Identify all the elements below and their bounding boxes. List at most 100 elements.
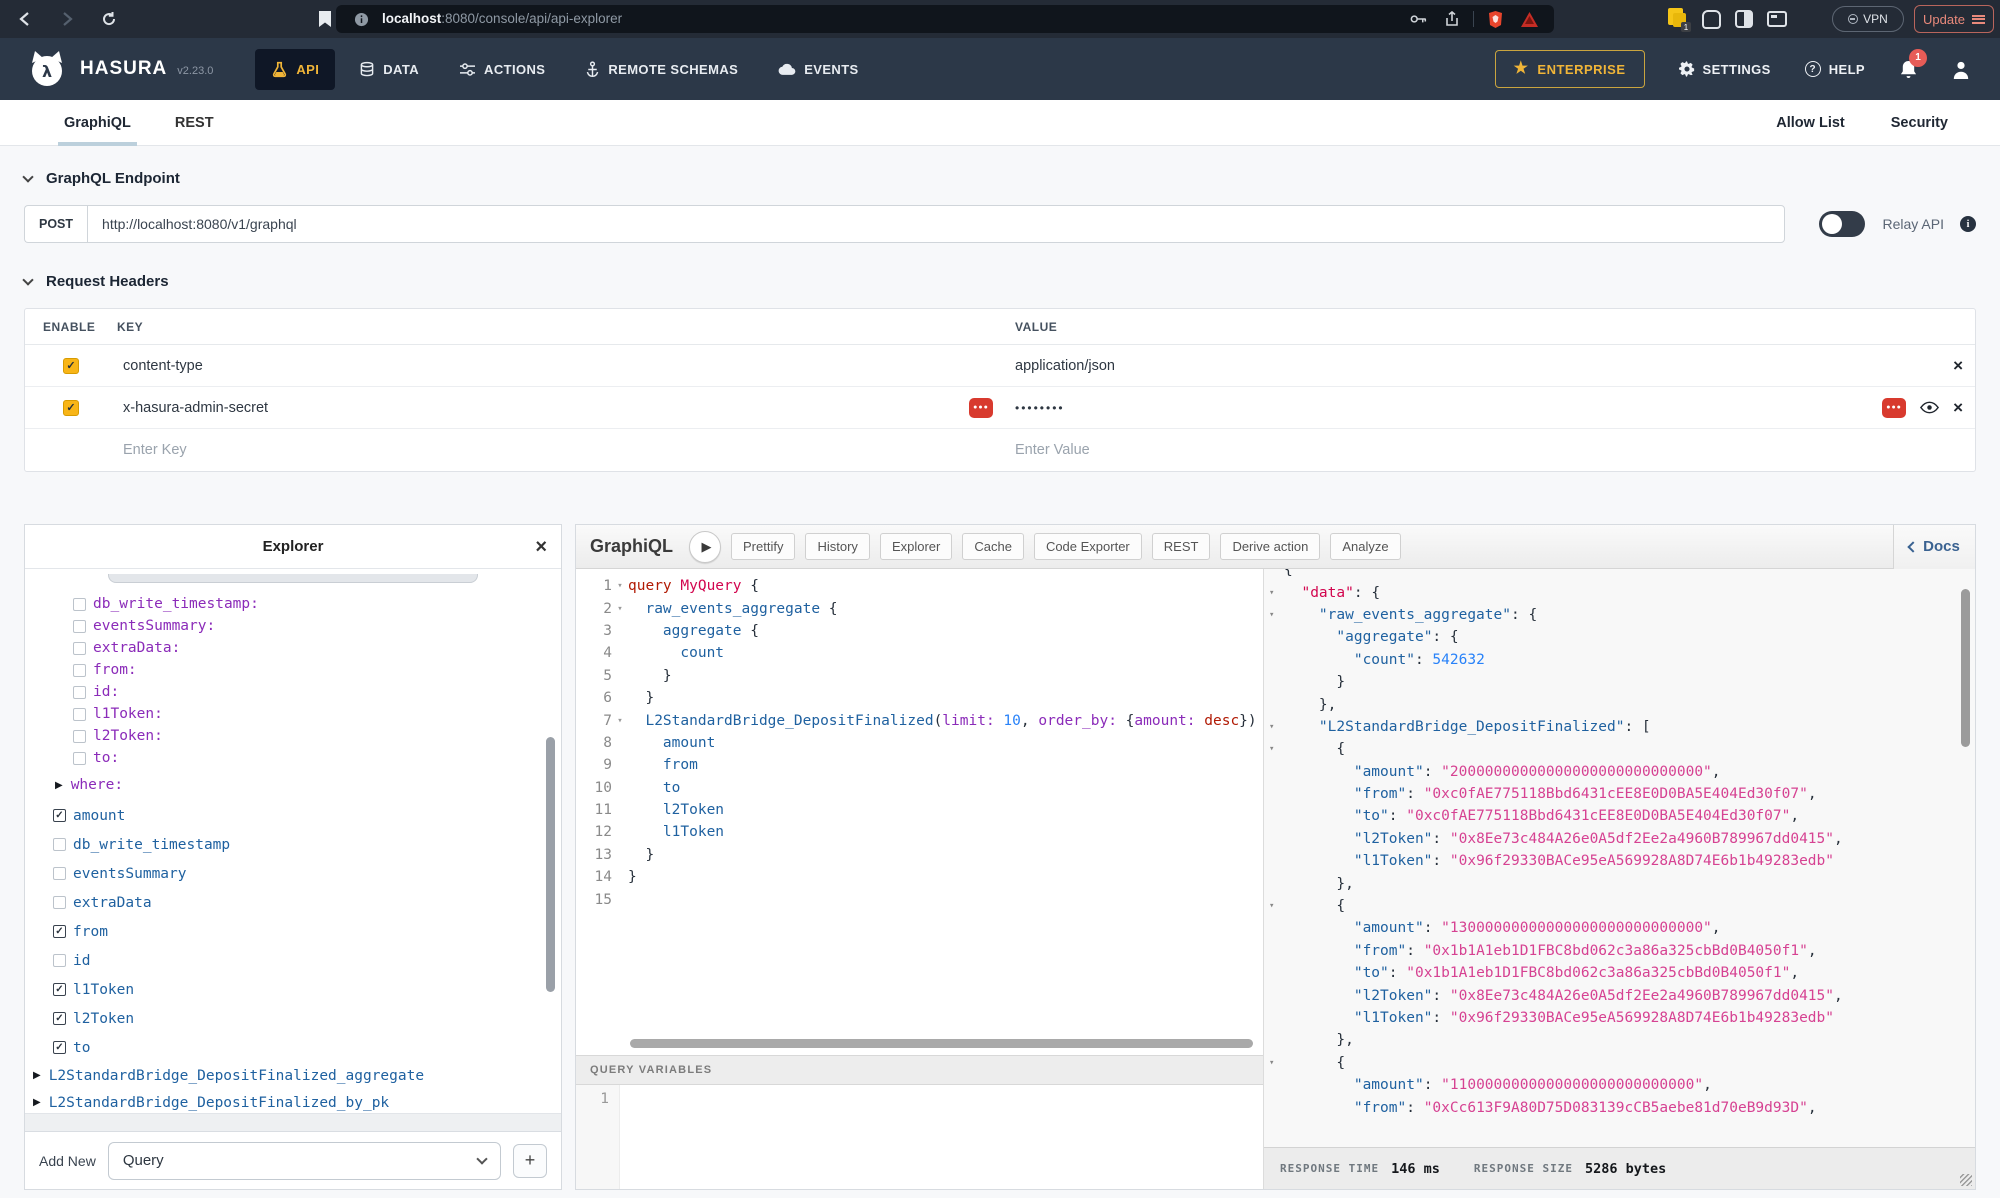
header-value[interactable]: application/json: [1015, 358, 1115, 374]
checkbox-unchecked-icon[interactable]: [73, 664, 86, 677]
vpn-button[interactable]: VPN: [1832, 6, 1904, 32]
password-manager-icon[interactable]: ●●●: [969, 398, 993, 418]
site-info-icon[interactable]: [348, 7, 374, 31]
graphiql-prettify-button[interactable]: Prettify: [731, 533, 795, 560]
back-icon[interactable]: [8, 5, 42, 33]
docs-button[interactable]: Docs: [1893, 525, 1975, 569]
notes-extension-icon[interactable]: 1: [1668, 8, 1688, 30]
brave-shield-icon[interactable]: [1482, 7, 1508, 31]
tab-remote-schemas[interactable]: REMOTE SCHEMAS: [569, 49, 754, 90]
tab-actions[interactable]: ACTIONS: [443, 50, 561, 89]
graphiql-code-exporter-button[interactable]: Code Exporter: [1034, 533, 1142, 560]
checkbox-unchecked-icon[interactable]: [53, 896, 66, 909]
sidebar-toggle-icon[interactable]: [1735, 10, 1753, 28]
checkbox-unchecked-icon[interactable]: [73, 686, 86, 699]
checkbox-unchecked-icon[interactable]: [53, 838, 66, 851]
header-key[interactable]: content-type: [123, 358, 203, 374]
tab-api[interactable]: API: [255, 49, 335, 90]
checkbox-unchecked-icon[interactable]: [73, 730, 86, 743]
explorer-scrollbar[interactable]: [546, 737, 555, 992]
warning-triangle-icon[interactable]: [1516, 7, 1542, 31]
explorer-field-item[interactable]: ✓l2Token: [25, 1004, 561, 1033]
tab-allow-list[interactable]: Allow List: [1776, 100, 1844, 146]
response-scrollbar[interactable]: [1961, 589, 1970, 747]
checkbox-checked-icon[interactable]: ✓: [53, 925, 66, 938]
explorer-field-item[interactable]: ✓amount: [25, 801, 561, 830]
graphiql-explorer-button[interactable]: Explorer: [880, 533, 952, 560]
explorer-arg-item[interactable]: db_write_timestamp:: [25, 593, 561, 615]
tab-rest[interactable]: REST: [175, 100, 214, 146]
checkbox-unchecked-icon[interactable]: [73, 642, 86, 655]
execute-query-button[interactable]: ▶: [689, 531, 721, 563]
explorer-field-item[interactable]: ✓l1Token: [25, 975, 561, 1004]
explorer-arg-item[interactable]: l1Token:: [25, 703, 561, 725]
explorer-field-item[interactable]: ✓to: [25, 1033, 561, 1062]
checkbox-unchecked-icon[interactable]: [73, 708, 86, 721]
checkbox-checked-icon[interactable]: ✓: [53, 1041, 66, 1054]
extension-icon[interactable]: [1702, 10, 1721, 29]
resize-handle-icon[interactable]: [1960, 1174, 1972, 1186]
explorer-field-item[interactable]: id: [25, 946, 561, 975]
add-operation-button[interactable]: +: [513, 1144, 547, 1178]
url-bar[interactable]: localhost:8080/console/api/api-explorer: [336, 5, 1554, 33]
operation-type-select[interactable]: Query: [108, 1142, 501, 1180]
graphiql-derive-action-button[interactable]: Derive action: [1220, 533, 1320, 560]
query-variables-editor[interactable]: 1: [576, 1085, 1263, 1189]
share-icon[interactable]: [1439, 7, 1465, 31]
tab-security[interactable]: Security: [1891, 100, 1948, 146]
forward-icon[interactable]: [50, 5, 84, 33]
relay-api-toggle[interactable]: [1819, 211, 1865, 237]
update-button[interactable]: Update: [1914, 5, 1994, 33]
tab-data[interactable]: DATA: [343, 49, 435, 90]
hasura-logo[interactable]: λ HASURA v2.23.0: [26, 49, 213, 89]
checkbox-unchecked-icon[interactable]: [73, 598, 86, 611]
explorer-arg-item[interactable]: id:: [25, 681, 561, 703]
tab-events[interactable]: EVENTS: [762, 50, 874, 89]
explorer-field-item[interactable]: ✓from: [25, 917, 561, 946]
explorer-field-item[interactable]: eventsSummary: [25, 859, 561, 888]
explorer-field-item[interactable]: extraData: [25, 888, 561, 917]
explorer-arg-item[interactable]: l2Token:: [25, 725, 561, 747]
checkbox-unchecked-icon[interactable]: [73, 752, 86, 765]
explorer-arg-item[interactable]: to:: [25, 747, 561, 769]
new-header-value-input[interactable]: Enter Value: [1015, 442, 1090, 458]
header-value-masked[interactable]: ••••••••: [1015, 401, 1065, 415]
checkbox-unchecked-icon[interactable]: [73, 620, 86, 633]
graphql-endpoint-section-header[interactable]: GraphQL Endpoint: [24, 170, 1976, 187]
close-icon[interactable]: ×: [535, 537, 547, 557]
query-editor[interactable]: 1▾query MyQuery {2▾ raw_events_aggregate…: [576, 569, 1263, 1055]
info-icon[interactable]: i: [1960, 216, 1976, 232]
explorer-where-item[interactable]: ▶where:: [25, 773, 561, 797]
user-button[interactable]: [1952, 60, 1970, 79]
checkbox-checked-icon[interactable]: ✓: [53, 983, 66, 996]
tab-graphiql[interactable]: GraphiQL: [64, 100, 131, 146]
key-icon[interactable]: [1405, 7, 1431, 31]
enable-checkbox[interactable]: ✓: [63, 358, 79, 374]
explorer-field-item[interactable]: db_write_timestamp: [25, 830, 561, 859]
endpoint-url-input[interactable]: [87, 205, 1784, 243]
explorer-arg-item[interactable]: from:: [25, 659, 561, 681]
remove-header-icon[interactable]: ×: [1953, 399, 1963, 416]
password-manager-icon[interactable]: ●●●: [1882, 398, 1906, 418]
enterprise-button[interactable]: ★ENTERPRISE: [1495, 50, 1645, 88]
explorer-arg-item[interactable]: eventsSummary:: [25, 615, 561, 637]
wallet-extension-icon[interactable]: [1767, 11, 1787, 27]
graphiql-analyze-button[interactable]: Analyze: [1330, 533, 1400, 560]
explorer-root-item[interactable]: ▶L2StandardBridge_DepositFinalized_by_pk: [25, 1089, 561, 1113]
reload-icon[interactable]: [92, 5, 126, 33]
notifications-button[interactable]: 1: [1899, 59, 1918, 80]
header-key[interactable]: x-hasura-admin-secret: [123, 400, 268, 416]
graphiql-cache-button[interactable]: Cache: [962, 533, 1024, 560]
explorer-root-item[interactable]: ▶L2StandardBridge_DepositFinalized_aggre…: [25, 1062, 561, 1089]
help-button[interactable]: ?HELP: [1805, 61, 1865, 77]
new-header-key-input[interactable]: Enter Key: [123, 442, 187, 458]
checkbox-checked-icon[interactable]: ✓: [53, 1012, 66, 1025]
checkbox-unchecked-icon[interactable]: [53, 867, 66, 880]
enable-checkbox[interactable]: ✓: [63, 400, 79, 416]
remove-header-icon[interactable]: ×: [1953, 357, 1963, 374]
graphiql-rest-button[interactable]: REST: [1152, 533, 1211, 560]
request-headers-section-header[interactable]: Request Headers: [24, 273, 1976, 290]
explorer-arg-item[interactable]: extraData:: [25, 637, 561, 659]
checkbox-unchecked-icon[interactable]: [53, 954, 66, 967]
checkbox-checked-icon[interactable]: ✓: [53, 809, 66, 822]
